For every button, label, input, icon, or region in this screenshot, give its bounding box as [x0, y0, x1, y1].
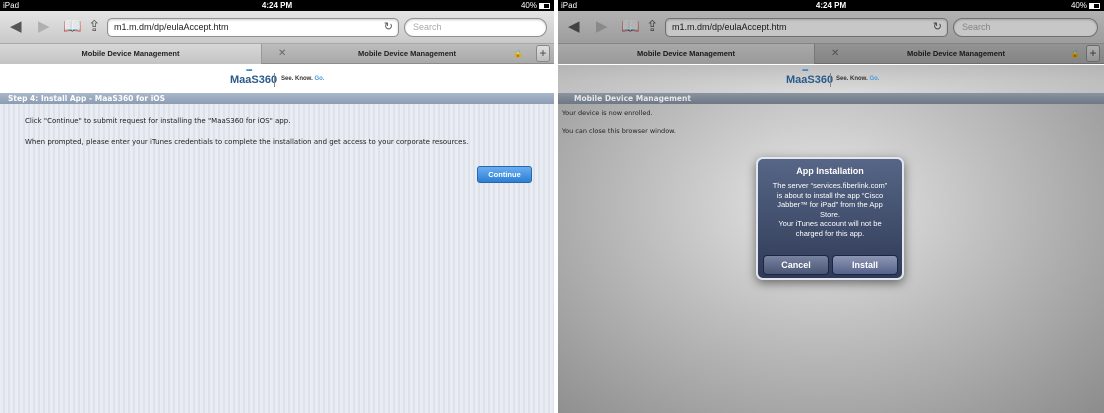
close-icon[interactable]: ✕ [831, 44, 839, 64]
tagline-go: Go. [314, 76, 325, 82]
close-window-message: You can close this browser window. [562, 127, 676, 135]
logo-divider [274, 73, 275, 87]
status-bar: iPad 4:24 PM 40% [558, 0, 1104, 11]
battery-percent: 40% [520, 1, 537, 10]
dialog-title: App Installation [796, 166, 864, 176]
battery-icon [539, 3, 550, 9]
lock-icon: 🔒 [513, 49, 523, 58]
tagline-text: See. Know. [836, 76, 868, 82]
dialog-message: The server “services.fiberlink.com” is a… [764, 181, 896, 238]
instruction-credentials: When prompted, please enter your iTunes … [25, 138, 469, 146]
tagline: See. Know. Go. [281, 76, 324, 82]
reload-icon[interactable]: ↻ [933, 19, 942, 36]
left-screenshot: iPad 4:24 PM 40% ◀ ▶ 📖 ⇪ m1.m.dm/dp/eula… [0, 0, 554, 413]
search-input[interactable]: Search [953, 18, 1098, 37]
new-tab-button[interactable]: + [536, 45, 550, 62]
battery-indicator: 40% [521, 0, 550, 11]
tab-mdm-1[interactable]: Mobile Device Management [558, 44, 815, 64]
address-bar[interactable]: m1.m.dm/dp/eulaAccept.htm ↻ [665, 18, 948, 37]
logo-divider [830, 73, 831, 87]
back-icon[interactable]: ◀ [568, 18, 580, 36]
forward-icon[interactable]: ▶ [596, 18, 608, 36]
tab-label: Mobile Device Management [358, 49, 456, 58]
tab-label: Mobile Device Management [81, 49, 180, 58]
tab-label: Mobile Device Management [637, 49, 735, 58]
tagline: See. Know. Go. [836, 76, 879, 82]
tab-bar: Mobile Device Management ✕ Mobile Device… [0, 44, 554, 64]
share-icon[interactable]: ⇪ [88, 18, 101, 36]
dialog-message-line: Jabber™ for iPad” from the App [777, 200, 883, 209]
enrolled-message: Your device is now enrolled. [562, 109, 653, 117]
close-icon[interactable]: ✕ [278, 44, 286, 64]
lock-icon: 🔒 [1070, 49, 1080, 58]
logo-dots: ••••• [802, 68, 808, 74]
browser-toolbar: ◀ ▶ 📖 ⇪ m1.m.dm/dp/eulaAccept.htm ↻ Sear… [0, 11, 554, 44]
tab-label: Mobile Device Management [907, 49, 1005, 58]
reload-icon[interactable]: ↻ [384, 19, 393, 36]
search-input[interactable]: Search [404, 18, 547, 37]
cancel-button[interactable]: Cancel [763, 255, 829, 275]
install-button[interactable]: Install [832, 255, 898, 275]
battery-icon [1089, 3, 1100, 9]
dialog-message-line: The server “services.fiberlink.com” [772, 181, 888, 190]
tab-mdm-2[interactable]: Mobile Device Management [300, 44, 514, 64]
battery-indicator: 40% [1071, 0, 1100, 11]
step-title: Step 4: Install App - MaaS360 for iOS [0, 93, 554, 104]
battery-percent: 40% [1070, 1, 1087, 10]
address-bar[interactable]: m1.m.dm/dp/eulaAccept.htm ↻ [107, 18, 399, 37]
url-text: m1.m.dm/dp/eulaAccept.htm [114, 22, 229, 32]
bookmarks-icon[interactable]: 📖 [621, 18, 640, 36]
instruction-continue: Click "Continue" to submit request for i… [25, 117, 291, 125]
dialog-message-line: Your iTunes account will not be [778, 219, 882, 228]
forward-icon[interactable]: ▶ [38, 18, 50, 36]
tab-mdm-2[interactable]: Mobile Device Management [850, 44, 1062, 64]
browser-toolbar: ◀ ▶ 📖 ⇪ m1.m.dm/dp/eulaAccept.htm ↻ Sear… [558, 11, 1104, 44]
tab-mdm-1[interactable]: Mobile Device Management [0, 44, 262, 64]
brand-header: ••••• MaaS360 See. Know. Go. [0, 65, 554, 93]
dialog-message-line: Store. [819, 209, 840, 219]
logo-text: MaaS360 [786, 74, 834, 86]
new-tab-button[interactable]: + [1086, 45, 1100, 62]
logo-dots: ••••• [246, 68, 252, 74]
page-content: ••••• MaaS360 See. Know. Go. Mobile Devic… [558, 65, 1104, 413]
right-screenshot: iPad 4:24 PM 40% ◀ ▶ 📖 ⇪ m1.m.dm/dp/eula… [558, 0, 1104, 413]
page-content: ••••• MaaS360 See. Know. Go. Step 4: Inst… [0, 65, 554, 413]
share-icon[interactable]: ⇪ [646, 18, 659, 36]
url-text: m1.m.dm/dp/eulaAccept.htm [672, 22, 787, 32]
logo-text: MaaS360 [230, 74, 278, 86]
back-icon[interactable]: ◀ [10, 18, 22, 36]
dialog-message-line: is about to install the app “Cisco [776, 190, 884, 200]
dialog-message-line: charged for this app. [795, 228, 865, 238]
tagline-go: Go. [869, 76, 880, 82]
mdm-header: Mobile Device Management [558, 93, 1104, 104]
bookmarks-icon[interactable]: 📖 [63, 18, 82, 36]
clock: 4:24 PM [261, 1, 293, 10]
maas360-logo: ••••• MaaS360 [786, 68, 834, 86]
brand-header: ••••• MaaS360 See. Know. Go. [558, 65, 1104, 93]
tagline-text: See. Know. [281, 76, 313, 82]
continue-button[interactable]: Continue [477, 166, 532, 183]
status-bar: iPad 4:24 PM 40% [0, 0, 554, 11]
clock: 4:24 PM [815, 1, 847, 10]
app-installation-dialog: App Installation The server “services.fi… [756, 157, 904, 280]
tab-bar: Mobile Device Management ✕ Mobile Device… [558, 44, 1104, 64]
maas360-logo: ••••• MaaS360 [230, 68, 278, 86]
